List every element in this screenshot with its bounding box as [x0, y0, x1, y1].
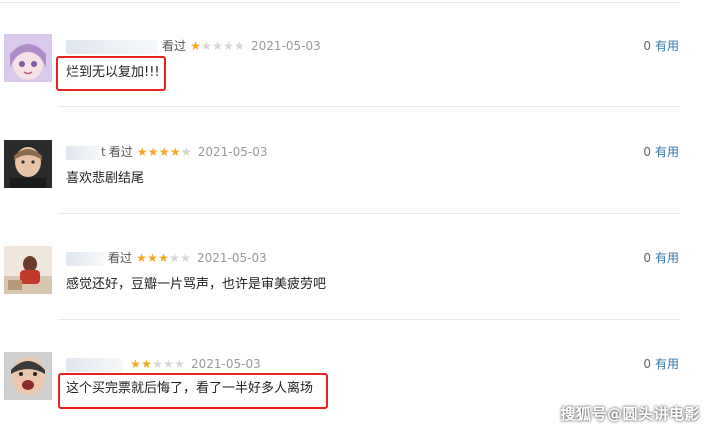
star-filled-icon: ★: [158, 145, 170, 159]
star-filled-icon: ★: [141, 357, 152, 371]
star-filled-icon: ★: [190, 39, 201, 53]
username-blurred[interactable]: [66, 145, 100, 160]
comment-text: 喜欢悲剧结尾: [66, 171, 145, 186]
watch-status: 看过: [108, 251, 133, 265]
vote-area: 0 有用: [643, 38, 679, 54]
useful-button[interactable]: 有用: [655, 145, 679, 159]
star-empty-icon: ★: [223, 39, 234, 53]
star-empty-icon: ★: [212, 39, 223, 53]
watermark: 搜狐号@圆头讲电影: [560, 405, 700, 423]
avatar[interactable]: [4, 140, 52, 188]
star-empty-icon: ★: [180, 251, 191, 265]
comment-date: 2021-05-03: [197, 145, 268, 159]
star-empty-icon: ★: [152, 357, 163, 371]
watch-status: 看过: [108, 145, 133, 159]
comment-meta: 看过 ★★★★★ 2021-05-03: [66, 250, 267, 266]
comment-meta: 看过 ★★★★★ 2021-05-03: [66, 38, 321, 54]
avatar[interactable]: [4, 34, 52, 82]
avatar[interactable]: [4, 352, 52, 400]
vote-count: 0: [643, 357, 651, 371]
star-empty-icon: ★: [234, 39, 245, 53]
star-empty-icon: ★: [169, 251, 180, 265]
username-blurred[interactable]: [66, 357, 122, 372]
avatar-child-photo-image: [4, 352, 52, 400]
avatar-child-photo-image: [4, 140, 52, 188]
star-filled-icon: ★: [130, 357, 141, 371]
vote-count: 0: [643, 145, 651, 159]
rating-stars: ★★★★★: [137, 144, 192, 160]
vote-count: 0: [643, 251, 651, 265]
comment-date: 2021-05-03: [197, 251, 267, 265]
useful-button[interactable]: 有用: [655, 39, 679, 53]
star-filled-icon: ★: [169, 145, 181, 159]
vote-count: 0: [643, 39, 651, 53]
highlight-box: [58, 373, 328, 409]
avatar[interactable]: [4, 246, 52, 294]
username-blurred[interactable]: [66, 39, 158, 54]
username-blurred[interactable]: [66, 251, 104, 266]
avatar-anime-girl-image: [4, 34, 52, 82]
comment-item: 看过 ★★★★★ 2021-05-03 0 有用 烂到无以复加!!!: [0, 0, 712, 100]
comment-date: 2021-05-03: [191, 357, 261, 371]
vote-area: 0 有用: [643, 250, 679, 266]
star-filled-icon: ★: [158, 251, 169, 265]
comment-meta: ★★★★★ 2021-05-03: [66, 356, 261, 372]
comment-meta: t 看过 ★★★★★ 2021-05-03: [66, 144, 267, 160]
star-filled-icon: ★: [136, 145, 148, 159]
username-suffix: t: [101, 145, 106, 159]
rating-stars: ★★★★★: [136, 250, 191, 266]
comment-item: 看过 ★★★★★ 2021-05-03 0 有用 感觉还好，豆瓣一片骂声，也许是审美疲…: [0, 212, 712, 312]
star-empty-icon: ★: [174, 357, 185, 371]
star-filled-icon: ★: [147, 145, 159, 159]
highlight-box: [56, 56, 166, 91]
vote-area: 0 有用: [643, 356, 679, 372]
comment-date: 2021-05-03: [251, 39, 321, 53]
watch-status: 看过: [162, 39, 187, 53]
star-empty-icon: ★: [163, 357, 174, 371]
rating-stars: ★★★★★: [130, 356, 185, 372]
star-empty-icon: ★: [201, 39, 212, 53]
useful-button[interactable]: 有用: [655, 357, 679, 371]
star-filled-icon: ★: [147, 251, 158, 265]
vote-area: 0 有用: [643, 144, 679, 160]
rating-stars: ★★★★★: [190, 38, 245, 54]
star-filled-icon: ★: [136, 251, 147, 265]
avatar-photo-image: [4, 246, 52, 294]
useful-button[interactable]: 有用: [655, 251, 679, 265]
comment-text: 感觉还好，豆瓣一片骂声，也许是审美疲劳吧: [66, 277, 327, 292]
star-empty-icon: ★: [180, 145, 192, 159]
comment-item: t 看过 ★★★★★ 2021-05-03 0 有用 喜欢悲剧结尾: [0, 106, 712, 206]
